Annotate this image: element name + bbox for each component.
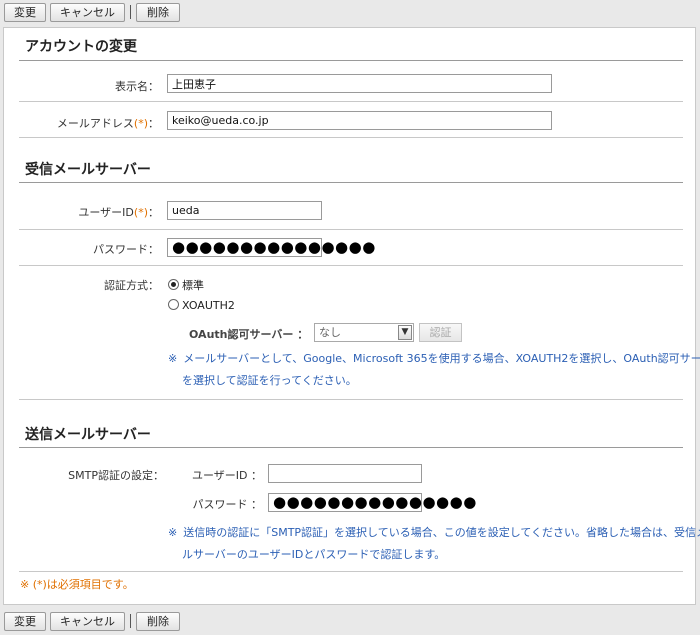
outgoing-section-title: 送信メールサーバー: [25, 427, 151, 443]
required-footnote: ※ (*)は必須項目です。: [20, 578, 134, 591]
chevron-down-icon[interactable]: ▼: [398, 325, 412, 340]
incoming-password-input[interactable]: ●●●●●●●●●●●●●●●: [167, 238, 375, 257]
radio-checked-icon[interactable]: [168, 279, 179, 290]
outgoing-note-line1: ※ 送信時の認証に「SMTP認証」を選択している場合、この値を設定してください。省…: [168, 526, 700, 539]
bottom-toolbar: 変更 キャンセル 削除: [0, 609, 700, 635]
toolbar-separator: [130, 614, 131, 628]
outgoing-userid-label: ユーザーID ：: [192, 469, 262, 482]
incoming-note-line1: ※ メールサーバーとして、Google、Microsoft 365を使用する場合、…: [168, 352, 700, 365]
row-divider: [19, 399, 683, 400]
top-toolbar: 変更 キャンセル 削除: [0, 0, 700, 26]
oauth-server-select[interactable]: なし ▼: [314, 323, 414, 342]
smtp-auth-label: SMTP認証の設定：: [68, 469, 164, 482]
display-name-input[interactable]: [167, 74, 552, 93]
required-mark: (*): [133, 117, 148, 130]
row-divider: [19, 137, 683, 138]
account-section-title: アカウントの変更: [25, 39, 137, 55]
delete-button[interactable]: 削除: [136, 612, 180, 631]
incoming-password-label: パスワード：: [93, 243, 159, 256]
row-divider: [19, 571, 683, 572]
auth-button: 認証: [419, 323, 462, 342]
row-divider: [19, 265, 683, 266]
incoming-userid-input[interactable]: [167, 201, 322, 220]
outgoing-note-line2: ルサーバーのユーザーIDとパスワードで認証します。: [182, 548, 446, 561]
outgoing-password-label: パスワード ：: [192, 498, 263, 511]
row-divider: [19, 101, 683, 102]
incoming-section-title: 受信メールサーバー: [25, 162, 151, 178]
cancel-button[interactable]: キャンセル: [50, 3, 125, 22]
row-divider: [19, 229, 683, 230]
display-name-label: 表示名：: [115, 80, 159, 93]
auth-option-standard[interactable]: 標準: [168, 277, 204, 293]
change-button[interactable]: 変更: [4, 3, 46, 22]
outgoing-userid-input[interactable]: [268, 464, 422, 483]
outgoing-password-input[interactable]: ●●●●●●●●●●●●●●●: [268, 493, 476, 512]
required-mark: (*): [133, 206, 148, 219]
oauth-server-label: OAuth認可サーバー ：: [189, 328, 309, 341]
account-form-panel: アカウントの変更 表示名： メールアドレス(*)： 受信メールサーバー ユーザー…: [3, 27, 700, 605]
auth-option-xoauth2[interactable]: XOAUTH2: [168, 299, 235, 312]
toolbar-separator: [130, 5, 131, 19]
delete-button[interactable]: 削除: [136, 3, 180, 22]
email-label: メールアドレス(*)：: [56, 117, 159, 130]
section-divider: [19, 182, 683, 183]
note-mark: ※: [168, 352, 178, 365]
incoming-userid-label: ユーザーID(*)：: [78, 206, 159, 219]
radio-unchecked-icon[interactable]: [168, 299, 179, 310]
change-button[interactable]: 変更: [4, 612, 46, 631]
note-mark: ※: [168, 526, 178, 539]
cancel-button[interactable]: キャンセル: [50, 612, 125, 631]
email-input[interactable]: [167, 111, 552, 130]
auth-method-label: 認証方式：: [104, 279, 159, 292]
section-divider: [19, 447, 683, 448]
incoming-note-line2: を選択して認証を行ってください。: [182, 374, 357, 387]
section-divider: [19, 60, 683, 61]
